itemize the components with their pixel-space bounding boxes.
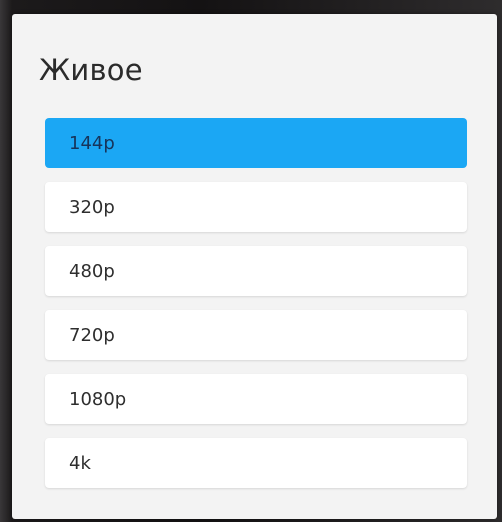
quality-option-label: 1080p (69, 388, 127, 410)
quality-option-label: 144p (69, 132, 115, 154)
quality-option-4k[interactable]: 4k (45, 438, 467, 488)
quality-options-list: 144p 320p 480p 720p 1080p 4k (45, 118, 467, 502)
quality-dialog: Живое 144p 320p 480p 720p 1080p 4k (12, 14, 497, 519)
quality-option-480p[interactable]: 480p (45, 246, 467, 296)
dialog-title: Живое (39, 53, 143, 87)
quality-option-1080p[interactable]: 1080p (45, 374, 467, 424)
quality-option-label: 720p (69, 324, 115, 346)
quality-option-320p[interactable]: 320p (45, 182, 467, 232)
quality-option-label: 320p (69, 196, 115, 218)
quality-option-label: 4k (69, 452, 91, 474)
quality-option-720p[interactable]: 720p (45, 310, 467, 360)
quality-option-144p[interactable]: 144p (45, 118, 467, 168)
quality-option-label: 480p (69, 260, 115, 282)
